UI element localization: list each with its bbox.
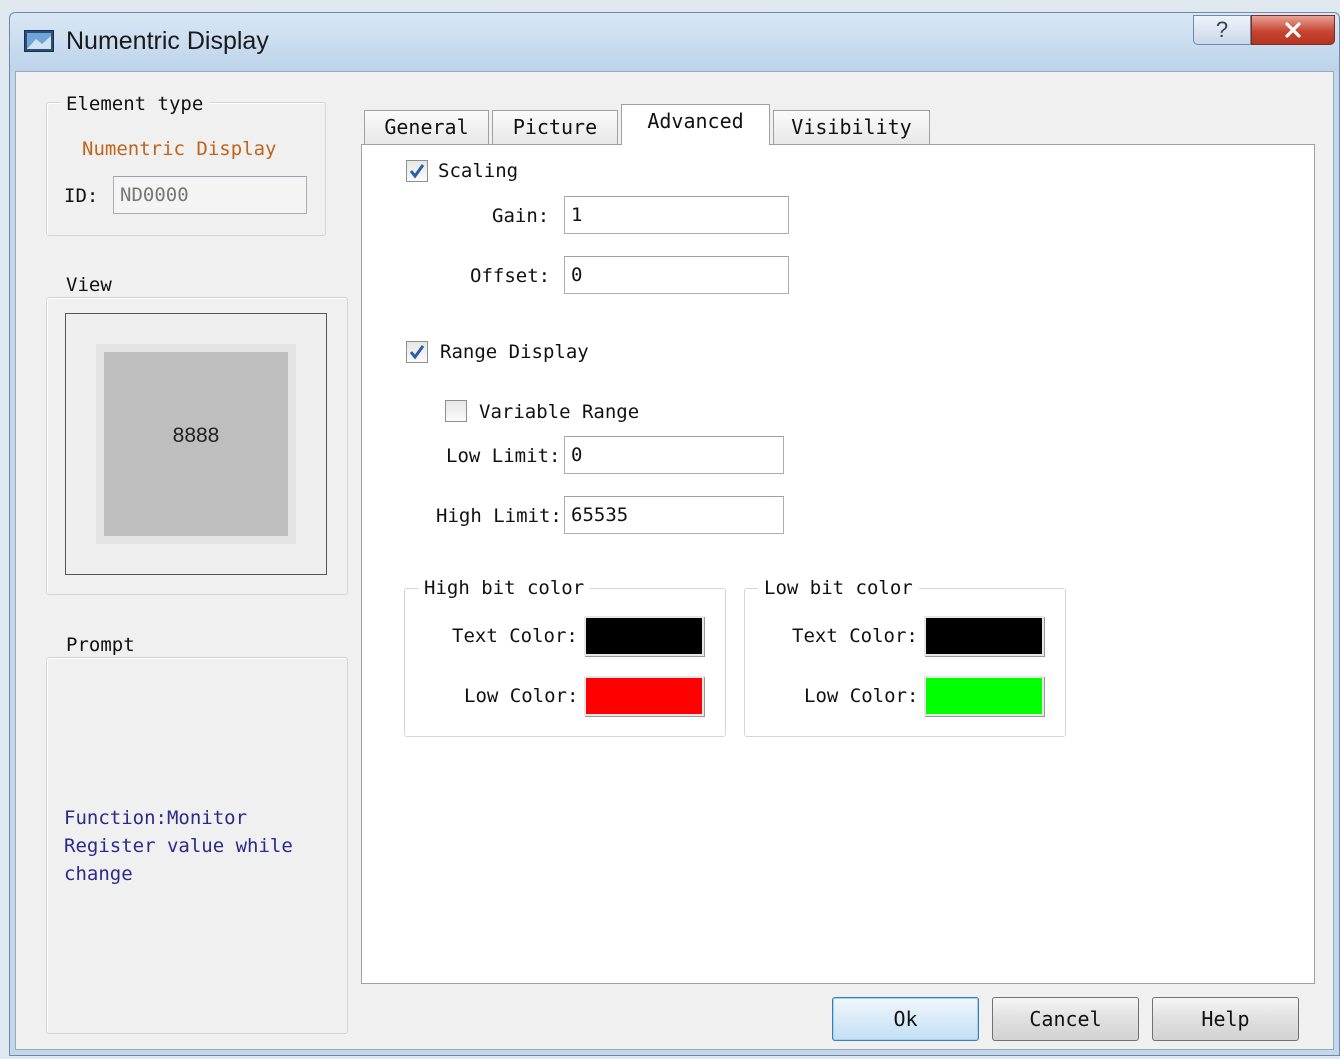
prompt-line: Register value while	[64, 835, 293, 857]
dialog-client: Element type Numentric Display ID: ND000…	[15, 71, 1334, 1050]
scaling-checkbox[interactable]	[406, 160, 428, 182]
low-low-color-swatch[interactable]	[924, 676, 1044, 716]
dialog-window: Numentric Display ? Element type Numentr…	[9, 12, 1340, 1056]
ok-button[interactable]: Ok	[832, 997, 979, 1041]
offset-label: Offset:	[470, 265, 551, 287]
app-icon	[24, 30, 54, 52]
prompt-text: Function:Monitor Register value while ch…	[64, 804, 293, 888]
window-title: Numentric Display	[66, 27, 269, 55]
check-icon	[409, 345, 425, 360]
close-button[interactable]	[1251, 15, 1335, 45]
gain-label: Gain:	[492, 205, 550, 227]
cancel-button[interactable]: Cancel	[992, 997, 1139, 1041]
tab-picture[interactable]: Picture	[492, 110, 618, 144]
low-text-color-label: Text Color:	[792, 625, 918, 647]
high-limit-label: High Limit:	[436, 505, 562, 527]
element-type-label: Element type	[60, 93, 210, 115]
question-icon: ?	[1215, 17, 1229, 42]
prompt-line: Function:Monitor	[64, 807, 248, 829]
element-type-group	[46, 102, 326, 236]
id-field[interactable]: ND0000	[113, 176, 307, 214]
gain-input[interactable]: 1	[564, 196, 789, 234]
element-type-name: Numentric Display	[82, 138, 277, 160]
low-text-color-swatch[interactable]	[924, 616, 1044, 656]
low-bit-color-label: Low bit color	[758, 577, 919, 599]
prompt-line: change	[64, 863, 133, 885]
tab-advanced[interactable]: Advanced	[621, 104, 770, 145]
high-text-color-label: Text Color:	[452, 625, 578, 647]
offset-input[interactable]: 0	[564, 256, 789, 294]
tab-general[interactable]: General	[364, 110, 489, 144]
preview-display: 8888	[96, 344, 296, 544]
variable-range-label: Variable Range	[479, 401, 640, 423]
high-text-color-swatch[interactable]	[584, 616, 704, 656]
low-low-color-label: Low Color:	[804, 685, 919, 707]
high-low-color-label: Low Color:	[464, 685, 579, 707]
range-display-label: Range Display	[440, 341, 589, 363]
low-limit-input[interactable]: 0	[564, 436, 784, 474]
low-limit-label: Low Limit:	[446, 445, 561, 467]
variable-range-checkbox[interactable]	[445, 400, 467, 422]
tab-visibility[interactable]: Visibility	[773, 110, 930, 144]
view-label: View	[60, 274, 118, 296]
high-bit-color-label: High bit color	[418, 577, 591, 599]
scaling-label: Scaling	[438, 160, 519, 182]
help-button[interactable]: Help	[1152, 997, 1299, 1041]
title-bar[interactable]: Numentric Display ?	[10, 13, 1339, 71]
range-display-checkbox[interactable]	[406, 341, 428, 363]
preview-value: 8888	[172, 424, 220, 447]
id-label: ID:	[64, 185, 99, 207]
check-icon	[409, 164, 425, 179]
high-low-color-swatch[interactable]	[584, 676, 704, 716]
preview-frame: 8888	[65, 313, 327, 575]
close-icon	[1282, 22, 1304, 45]
high-limit-input[interactable]: 65535	[564, 496, 784, 534]
prompt-label: Prompt	[60, 634, 141, 656]
help-question-button[interactable]: ?	[1193, 15, 1251, 45]
